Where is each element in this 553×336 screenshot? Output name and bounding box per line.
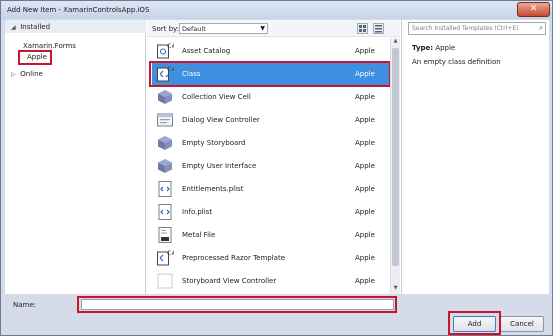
template-category: Apple <box>355 47 375 55</box>
template-description: An empty class definition <box>412 58 501 66</box>
template-category: Apple <box>355 231 375 239</box>
dialog-content: ◢ Installed Xamarin.Forms Apple ▷ Online… <box>5 20 549 294</box>
vertical-scrollbar[interactable]: ▲ ▼ <box>390 38 400 294</box>
blank-icon <box>156 272 174 290</box>
sort-by-label: Sort by: <box>152 25 180 33</box>
template-list: C#Asset CatalogAppleC#ClassAppleCollecti… <box>147 38 390 294</box>
template-item-metal-file[interactable]: Metal File Apple <box>152 224 390 246</box>
template-list-pane: Sort by: Default ▼ C#Asset CatalogAppleC… <box>147 20 400 294</box>
tree-item-label: Installed <box>20 23 51 31</box>
plist-icon <box>156 180 174 198</box>
search-placeholder: Search Installed Templates (Ctrl+E) <box>412 25 519 32</box>
tree-item-xamarin-forms[interactable]: Xamarin.Forms <box>23 42 76 50</box>
template-name: Entitlements.plist <box>182 185 244 193</box>
cube-icon <box>156 88 174 106</box>
title-bar: Add New Item - XamarinControlsApp.iOS ✕ <box>1 1 552 19</box>
template-item-empty-storyboard[interactable]: Empty Storyboard Apple <box>152 132 390 154</box>
dialog-icon <box>156 111 174 129</box>
name-label: Name: <box>13 301 37 309</box>
sort-by-value: Default <box>182 25 206 33</box>
template-name: Dialog View Controller <box>182 116 260 124</box>
template-category: Apple <box>355 93 375 101</box>
scroll-up-icon[interactable]: ▲ <box>391 38 400 47</box>
template-name: Empty Storyboard <box>182 139 246 147</box>
add-new-item-dialog: Add New Item - XamarinControlsApp.iOS ✕ … <box>0 0 553 336</box>
asset-catalog-icon: C# <box>156 42 176 60</box>
tree-item-installed[interactable]: ◢ Installed <box>5 20 146 33</box>
type-line: Type: Apple <box>412 44 455 52</box>
template-category: Apple <box>355 277 375 285</box>
svg-text:C#: C# <box>167 43 174 50</box>
template-name: Empty User Interface <box>182 162 257 170</box>
sort-by-dropdown[interactable]: Default ▼ <box>179 23 268 34</box>
highlight-box-apple <box>18 50 52 65</box>
template-name: Asset Catalog <box>182 47 231 55</box>
template-name: Preprocessed Razor Template <box>182 254 286 262</box>
metal-file-icon <box>156 226 174 244</box>
scrollbar-thumb[interactable] <box>392 48 399 266</box>
search-icon: ⌕ <box>539 24 543 32</box>
type-label: Type: <box>412 44 434 52</box>
list-view-icon[interactable] <box>373 23 384 34</box>
template-name: Metal File <box>182 231 216 239</box>
template-name: Info.plist <box>182 208 213 216</box>
template-category: Apple <box>355 162 375 170</box>
cancel-button[interactable]: Cancel <box>500 316 544 332</box>
grid-view-icon[interactable] <box>357 23 368 34</box>
chevron-down-icon: ▼ <box>260 25 265 32</box>
template-category: Apple <box>355 254 375 262</box>
sort-bar: Sort by: Default ▼ <box>147 20 400 37</box>
scroll-down-icon[interactable]: ▼ <box>391 285 400 294</box>
template-category: Apple <box>355 139 375 147</box>
tree-item-label: Online <box>20 70 43 78</box>
template-name: Storyboard View Controller <box>182 277 277 285</box>
highlight-box-name <box>77 296 397 313</box>
template-item-entitlements-plist[interactable]: Entitlements.plist Apple <box>152 178 390 200</box>
razor-icon: C# <box>156 249 176 267</box>
template-category: Apple <box>355 208 375 216</box>
cube-icon <box>156 157 174 175</box>
template-item-info-plist[interactable]: Info.plist Apple <box>152 201 390 223</box>
highlight-box-add <box>448 311 501 335</box>
collapsed-arrow-icon[interactable]: ▷ <box>11 71 18 78</box>
template-item-collection-view-cell[interactable]: Collection View Cell Apple <box>152 86 390 108</box>
type-value: Apple <box>435 44 456 52</box>
template-tree: ◢ Installed Xamarin.Forms Apple ▷ Online <box>5 20 146 294</box>
template-item-table-view-cell[interactable]: Table View CellApple <box>152 293 390 294</box>
tree-item-online[interactable]: ▷ Online <box>11 70 43 78</box>
close-button[interactable]: ✕ <box>517 2 550 17</box>
details-pane: Search Installed Templates (Ctrl+E) ⌕ Ty… <box>401 20 549 294</box>
tree-item-label: Xamarin.Forms <box>23 42 76 50</box>
template-item-preprocessed-razor-template[interactable]: C# Preprocessed Razor Template Apple <box>152 247 390 269</box>
svg-text:C#: C# <box>167 250 174 257</box>
template-item-empty-user-interface[interactable]: Empty User Interface Apple <box>152 155 390 177</box>
cube-icon <box>156 134 174 152</box>
template-item-dialog-view-controller[interactable]: Dialog View Controller Apple <box>152 109 390 131</box>
template-name: Collection View Cell <box>182 93 251 101</box>
template-category: Apple <box>355 185 375 193</box>
window-title: Add New Item - XamarinControlsApp.iOS <box>7 6 150 14</box>
template-category: Apple <box>355 116 375 124</box>
search-input[interactable]: Search Installed Templates (Ctrl+E) ⌕ <box>408 22 546 35</box>
template-item-storyboard-view-controller[interactable]: Storyboard View Controller Apple <box>152 270 390 292</box>
highlight-box-class <box>149 61 390 87</box>
template-item-asset-catalog[interactable]: C# Asset Catalog Apple <box>152 40 390 62</box>
plist-icon <box>156 203 174 221</box>
expanded-arrow-icon[interactable]: ◢ <box>11 24 18 31</box>
